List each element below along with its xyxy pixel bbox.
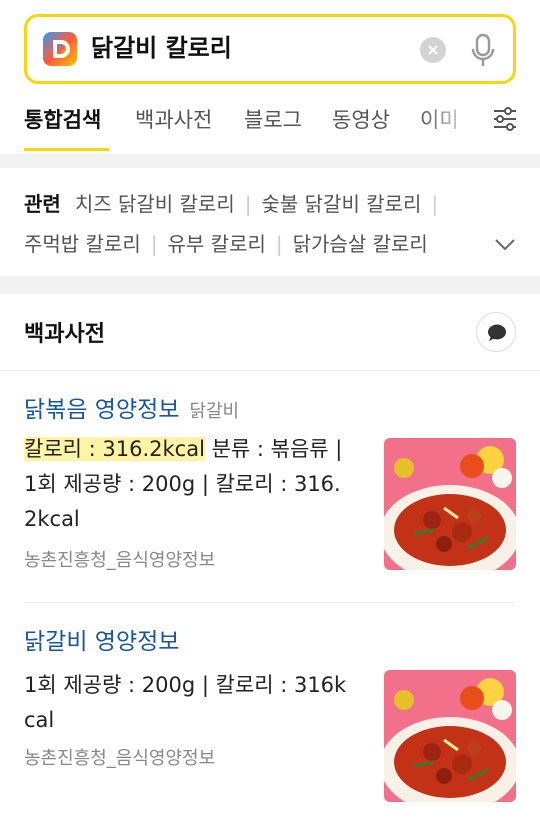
related-item[interactable]: 치즈 닭갈비 칼로리 [75, 192, 235, 216]
section-gap [0, 154, 540, 168]
divider [0, 370, 540, 371]
close-circle-icon[interactable]: × [420, 37, 446, 63]
search-input[interactable]: 닭갈비 칼로리 [91, 33, 232, 63]
encyclopedia-section: 백과사전 닭볶음 영양정보 닭갈비 칼로리 : 316.2kcal 분류 : 볶음… [0, 294, 540, 821]
result-item: 닭갈비 영양정보 1회 제공량 : 200g | 칼로리 : 316k cal … [24, 622, 516, 821]
related-item[interactable]: 주먹밥 칼로리 [24, 232, 141, 256]
dakgalbi-thumbnail[interactable] [384, 670, 516, 802]
related-item[interactable]: 유부 칼로리 [168, 232, 266, 256]
result-subtitle: 닭갈비 [189, 401, 240, 422]
related-row-2: 주먹밥 칼로리 | 유부 칼로리 | 닭가슴살 칼로리 [24, 232, 428, 256]
related-searches: 관련 치즈 닭갈비 칼로리 | 숯불 닭갈비 칼로리 | 주먹밥 칼로리 | 유부 칼로리 |… [0, 168, 540, 276]
result-description: 1회 제공량 : 200g | 칼로리 : 316k cal [24, 673, 347, 732]
related-fade [430, 224, 490, 260]
divider [24, 602, 516, 603]
tab-encyclopedia[interactable]: 백과사전 [135, 104, 212, 134]
tab-blog[interactable]: 블로그 [244, 104, 302, 134]
result-title-link[interactable]: 닭볶음 영양정보 [24, 397, 179, 423]
section-gap [0, 276, 540, 294]
tab-fade [420, 100, 480, 140]
result-source: 농촌진흥청_음식영양정보 [24, 748, 216, 769]
result-source: 농촌진흥청_음식영양정보 [24, 550, 216, 571]
comment-button[interactable] [476, 312, 516, 352]
highlighted-calories: 칼로리 : 316.2kcal [24, 437, 205, 461]
result-title-row: 닭볶음 영양정보 닭갈비 [24, 390, 516, 424]
result-item: 닭볶음 영양정보 닭갈비 칼로리 : 316.2kcal 분류 : 볶음류 | 1… [24, 390, 516, 600]
search-bar[interactable]: 닭갈비 칼로리 × [24, 14, 516, 84]
chevron-down-icon[interactable] [494, 238, 516, 252]
related-label: 관련 [24, 192, 61, 216]
result-title-link[interactable]: 닭갈비 영양정보 [24, 622, 516, 656]
search-tabs: 통합검색 백과사전 블로그 동영상 이미 [0, 96, 540, 154]
tab-video[interactable]: 동영상 [332, 104, 390, 134]
related-item[interactable]: 숯불 닭갈비 칼로리 [261, 192, 421, 216]
related-row-1: 관련 치즈 닭갈비 칼로리 | 숯불 닭갈비 칼로리 | [24, 192, 439, 216]
filter-settings-icon[interactable] [492, 106, 518, 132]
tab-integrated[interactable]: 통합검색 [24, 104, 101, 134]
daum-logo-icon [43, 32, 77, 66]
result-description: 칼로리 : 316.2kcal 분류 : 볶음류 | 1회 제공량 : 200g… [24, 437, 343, 531]
active-tab-indicator [24, 148, 109, 151]
section-title: 백과사전 [24, 322, 105, 347]
speech-bubble-icon [488, 324, 506, 341]
related-item[interactable]: 닭가슴살 칼로리 [293, 232, 428, 256]
dakgalbi-thumbnail[interactable] [384, 438, 516, 570]
microphone-icon[interactable] [470, 33, 496, 69]
